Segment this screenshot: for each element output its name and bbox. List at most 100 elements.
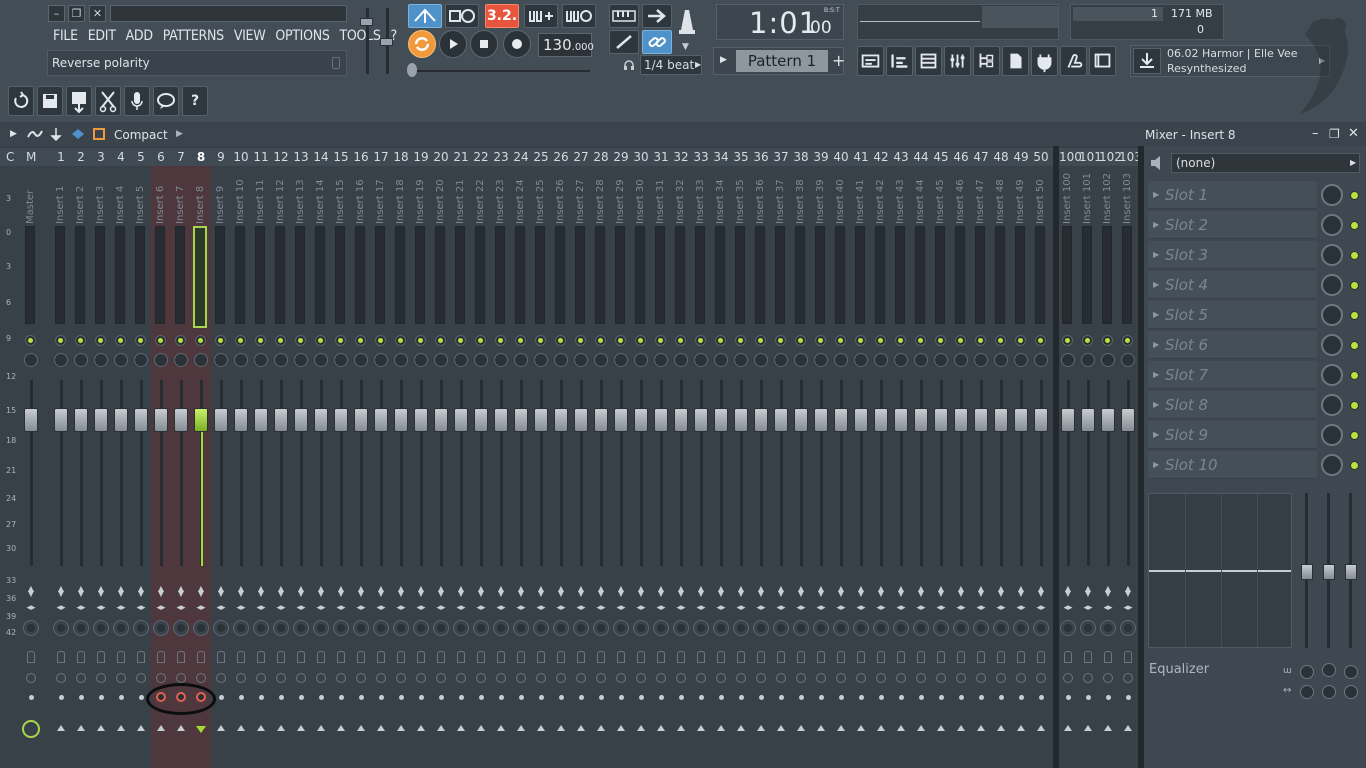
route-arrow-up-icon[interactable] — [597, 725, 605, 731]
pan-knob-insert-8[interactable] — [194, 353, 208, 367]
track-number-insert-16[interactable]: 16 — [352, 150, 370, 164]
strip-name-insert-18[interactable]: Insert 18 — [395, 179, 406, 224]
mute-switch-insert-44[interactable] — [916, 336, 925, 345]
stereo-separation-icon[interactable]: ▲ ▼ — [716, 585, 726, 598]
stereo-separation-icon[interactable]: ▲ ▼ — [616, 585, 626, 598]
stereo-separation-icon[interactable]: ▲ ▼ — [156, 585, 166, 598]
peak-meter-insert-4[interactable] — [115, 226, 125, 324]
strip-name-insert-11[interactable]: Insert 11 — [255, 179, 266, 224]
peak-meter-insert-10[interactable] — [235, 226, 245, 324]
stereo-separation-icon[interactable]: ▲ ▼ — [976, 585, 986, 598]
peak-meter-insert-100[interactable] — [1062, 226, 1072, 324]
stereo-knob-insert-31[interactable] — [653, 620, 669, 636]
stereo-separation-icon[interactable]: ▲ ▼ — [416, 585, 426, 598]
latency-clock-icon[interactable] — [316, 673, 326, 683]
track-number-insert-35[interactable]: 35 — [732, 150, 750, 164]
mixer-button[interactable] — [944, 46, 971, 76]
pan-knob-insert-24[interactable] — [514, 353, 528, 367]
tempo-display[interactable]: 130.000 — [538, 33, 594, 57]
track-number-insert-20[interactable]: 20 — [432, 150, 450, 164]
slot-arrow-icon[interactable]: ▶ — [1153, 250, 1159, 259]
volume-fader-insert-32[interactable] — [674, 408, 688, 432]
mute-switch-insert-103[interactable] — [1123, 336, 1132, 345]
strip-name-insert-40[interactable]: Insert 40 — [835, 179, 846, 224]
eq-band-low-fader[interactable] — [1301, 564, 1313, 580]
slot-arrow-icon[interactable]: ▶ — [1153, 280, 1159, 289]
route-arrow-up-icon[interactable] — [897, 725, 905, 731]
track-number-insert-18[interactable]: 18 — [392, 150, 410, 164]
volume-fader-insert-26[interactable] — [554, 408, 568, 432]
peak-meter-insert-16[interactable] — [355, 226, 365, 324]
route-arrow-up-icon[interactable] — [297, 725, 305, 731]
stereo-knob-insert-26[interactable] — [553, 620, 569, 636]
stereo-knob-insert-42[interactable] — [873, 620, 889, 636]
polarity-switch-insert-39[interactable] — [819, 695, 824, 700]
undo-button[interactable] — [8, 86, 34, 116]
stereo-separation-icon[interactable]: ▲ ▼ — [236, 585, 246, 598]
effect-slot[interactable]: ▶ Slot 1 — [1148, 181, 1317, 209]
swap-lr-icon[interactable]: ◂▸ — [115, 603, 127, 613]
strip-name-insert-17[interactable]: Insert 17 — [375, 179, 386, 224]
route-arrow-up-icon[interactable] — [57, 725, 65, 731]
mute-switch-insert-29[interactable] — [616, 336, 625, 345]
route-arrow-up-icon[interactable] — [357, 725, 365, 731]
strip-name-insert-28[interactable]: Insert 28 — [595, 179, 606, 224]
route-arrow-up-icon[interactable] — [117, 725, 125, 731]
main-pitch-knob[interactable] — [407, 63, 417, 77]
slot-arrow-icon[interactable]: ▶ — [1153, 310, 1159, 319]
restore-button[interactable]: ❐ — [68, 5, 85, 22]
stereo-separation-icon[interactable]: ▲ ▼ — [996, 585, 1006, 598]
mute-switch-insert-16[interactable] — [356, 336, 365, 345]
stereo-knob-insert-14[interactable] — [313, 620, 329, 636]
track-number-insert-11[interactable]: 11 — [252, 150, 270, 164]
pan-knob-insert-36[interactable] — [754, 353, 768, 367]
stereo-knob-insert-6[interactable] — [153, 620, 169, 636]
lock-icon[interactable] — [577, 651, 585, 663]
pin-icon[interactable] — [50, 127, 62, 142]
volume-fader-insert-24[interactable] — [514, 408, 528, 432]
lock-icon[interactable] — [937, 651, 945, 663]
track-number-insert-25[interactable]: 25 — [532, 150, 550, 164]
strip-name-insert-6[interactable]: Insert 6 — [155, 186, 166, 224]
lock-icon[interactable] — [377, 651, 385, 663]
close-button[interactable]: ✕ — [89, 5, 106, 22]
mute-switch-insert-101[interactable] — [1083, 336, 1092, 345]
swap-lr-icon[interactable]: ◂▸ — [135, 603, 147, 613]
route-arrow-up-icon[interactable] — [877, 725, 885, 731]
latency-clock-icon[interactable] — [856, 673, 866, 683]
mute-switch-insert-13[interactable] — [296, 336, 305, 345]
latency-clock-icon[interactable] — [816, 673, 826, 683]
latency-clock-icon[interactable] — [256, 673, 266, 683]
swap-lr-icon[interactable]: ◂▸ — [995, 603, 1007, 613]
route-arrow-up-icon[interactable] — [1037, 725, 1045, 731]
peak-meter-insert-24[interactable] — [515, 226, 525, 324]
stereo-separation-icon[interactable]: ▲ ▼ — [1083, 585, 1093, 598]
stereo-knob-insert-101[interactable] — [1080, 620, 1096, 636]
slot-arrow-icon[interactable]: ▶ — [1153, 220, 1159, 229]
polarity-switch-insert-49[interactable] — [1019, 695, 1024, 700]
strip-name-insert-38[interactable]: Insert 38 — [795, 179, 806, 224]
volume-fader-insert-9[interactable] — [214, 408, 228, 432]
swap-lr-icon[interactable]: ◂▸ — [1122, 603, 1134, 613]
pan-knob-insert-29[interactable] — [614, 353, 628, 367]
lock-icon[interactable] — [737, 651, 745, 663]
volume-fader-insert-27[interactable] — [574, 408, 588, 432]
peak-meter-insert-49[interactable] — [1015, 226, 1025, 324]
strip-name-insert-41[interactable]: Insert 41 — [855, 179, 866, 224]
pan-knob-insert-31[interactable] — [654, 353, 668, 367]
pan-knob-insert-22[interactable] — [474, 353, 488, 367]
latency-clock-icon[interactable] — [876, 673, 886, 683]
strip-name-insert-49[interactable]: Insert 49 — [1015, 179, 1026, 224]
peak-meter-insert-43[interactable] — [895, 226, 905, 324]
mute-switch-insert-1[interactable] — [56, 336, 65, 345]
wave-tool-icon[interactable] — [26, 127, 44, 141]
latency-clock-icon[interactable] — [1083, 673, 1093, 683]
record-button[interactable] — [503, 30, 531, 58]
volume-fader-insert-14[interactable] — [314, 408, 328, 432]
volume-fader-insert-21[interactable] — [454, 408, 468, 432]
stereo-knob-insert-15[interactable] — [333, 620, 349, 636]
track-number-insert-26[interactable]: 26 — [552, 150, 570, 164]
slot-arrow-icon[interactable]: ▶ — [1153, 430, 1159, 439]
polarity-switch-insert-23[interactable] — [499, 695, 504, 700]
track-number-insert-15[interactable]: 15 — [332, 150, 350, 164]
